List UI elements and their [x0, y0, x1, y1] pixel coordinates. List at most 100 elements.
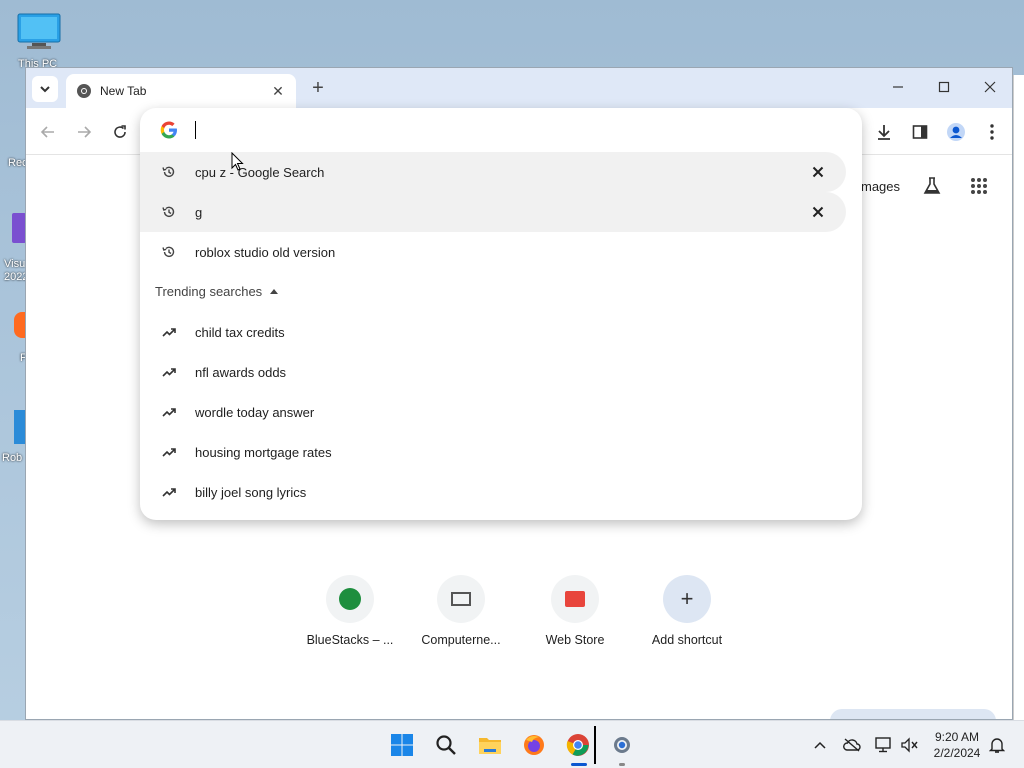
arrow-right-icon	[78, 126, 92, 138]
maximize-button[interactable]	[921, 68, 967, 106]
menu-button[interactable]	[978, 118, 1006, 146]
mouse-pointer-icon	[231, 152, 244, 171]
reload-icon	[114, 125, 126, 138]
suggestion-text: roblox studio old version	[195, 244, 336, 260]
shortcut-computernetworking[interactable]: Computerne...	[406, 575, 516, 647]
plus-icon: +	[680, 586, 694, 611]
shortcut-tile	[326, 575, 374, 623]
tab-new-tab[interactable]: New Tab ✕	[66, 74, 296, 108]
chrome-icon	[77, 84, 91, 98]
suggestion-trending[interactable]: child tax credits	[140, 312, 846, 352]
side-panel-icon	[912, 125, 928, 139]
close-button[interactable]	[967, 68, 1012, 106]
tab-title: New Tab	[100, 84, 147, 98]
shortcut-add[interactable]: + Add shortcut	[632, 575, 742, 647]
history-icon	[160, 243, 178, 261]
shortcut-bluestacks[interactable]: BlueStacks – ...	[295, 575, 405, 647]
suggestion-text: housing mortgage rates	[195, 444, 332, 460]
suggestion-text: cpu z - Google Search	[195, 164, 325, 180]
folder-icon	[479, 738, 501, 754]
customize-chrome-button[interactable]	[830, 709, 996, 719]
trending-icon	[160, 483, 178, 501]
firefox-button[interactable]	[518, 729, 550, 761]
omnibox-dropdown: cpu z - Google Search g roblox studio ol…	[140, 108, 862, 520]
volume-tray-button[interactable]	[900, 735, 920, 755]
minimize-icon	[893, 86, 903, 88]
suggestion-trending[interactable]: nfl awards odds	[140, 352, 846, 392]
remove-suggestion-icon[interactable]	[810, 204, 826, 220]
settings-button[interactable]	[606, 729, 638, 761]
background-window-edge	[1013, 75, 1024, 720]
system-clock[interactable]: 9:20 AM 2/2/2024	[922, 729, 992, 761]
tab-search-button[interactable]	[32, 76, 58, 102]
kebab-menu-icon	[990, 124, 994, 140]
trending-header-label: Trending searches	[155, 284, 263, 299]
google-g-icon	[160, 121, 177, 139]
tab-close-icon[interactable]: ✕	[270, 83, 286, 99]
shortcut-tile: +	[663, 575, 711, 623]
history-icon	[160, 203, 178, 221]
side-panel-button[interactable]	[906, 118, 934, 146]
maximize-icon	[938, 81, 950, 93]
suggestion-history[interactable]: cpu z - Google Search	[140, 152, 846, 192]
new-tab-button[interactable]: +	[306, 76, 330, 100]
forward-button[interactable]	[70, 118, 98, 146]
chevron-up-icon	[814, 741, 826, 749]
images-link[interactable]: mages	[861, 179, 900, 194]
minimize-button[interactable]	[875, 68, 921, 106]
desktop-icon-this-pc[interactable]	[16, 12, 62, 52]
suggestion-text: nfl awards odds	[195, 364, 287, 380]
suggestion-trending[interactable]: wordle today answer	[140, 392, 846, 432]
suggestion-trending[interactable]: billy joel song lyrics	[140, 472, 846, 512]
bell-icon	[989, 738, 1005, 753]
text-caret	[195, 121, 196, 139]
suggestion-trending[interactable]: housing mortgage rates	[140, 432, 846, 472]
labs-button[interactable]	[922, 176, 942, 196]
start-button[interactable]	[386, 729, 418, 761]
shortcut-web-store[interactable]: Web Store	[520, 575, 630, 647]
clock-time: 9:20 AM	[934, 730, 980, 744]
suggestion-text: wordle today answer	[195, 404, 315, 420]
firefox-icon	[524, 735, 544, 755]
shortcut-label: Computerne...	[421, 633, 501, 647]
suggestion-text: g	[195, 204, 203, 220]
downloads-button[interactable]	[870, 118, 898, 146]
trending-icon	[160, 403, 178, 421]
profile-button[interactable]	[942, 118, 970, 146]
back-button[interactable]	[34, 118, 62, 146]
reload-button[interactable]	[106, 118, 134, 146]
suggestion-text: billy joel song lyrics	[195, 484, 307, 500]
shortcut-label: Add shortcut	[651, 633, 723, 647]
visual-studio-icon[interactable]	[12, 213, 26, 243]
download-icon	[878, 125, 890, 140]
remove-suggestion-icon[interactable]	[810, 164, 826, 180]
search-icon	[436, 735, 456, 755]
file-explorer-button[interactable]	[474, 729, 506, 761]
gear-icon	[614, 737, 630, 753]
show-hidden-icons-button[interactable]	[810, 735, 830, 755]
notifications-button[interactable]	[987, 735, 1007, 755]
suggestion-history[interactable]: g	[140, 192, 846, 232]
cloud-offline-icon	[843, 738, 861, 752]
windows-icon	[391, 734, 413, 756]
text-cursor-bar	[594, 726, 596, 764]
trending-searches-header[interactable]: Trending searches	[155, 284, 279, 299]
chrome-button[interactable]	[562, 729, 594, 761]
avatar-icon	[947, 123, 965, 141]
shortcut-label: Web Store	[545, 633, 605, 647]
search-button[interactable]	[430, 729, 462, 761]
clock-date: 2/2/2024	[933, 746, 981, 760]
apps-button[interactable]	[970, 177, 988, 195]
site-icon	[451, 592, 471, 606]
settings-indicator	[619, 763, 625, 766]
omnibox-input[interactable]	[140, 108, 862, 152]
network-tray-button[interactable]	[874, 735, 894, 755]
trending-icon	[160, 363, 178, 381]
network-icon	[875, 737, 891, 753]
chevron-down-icon	[40, 86, 50, 93]
suggestion-text: child tax credits	[195, 324, 285, 340]
taskbar: 9:20 AM 2/2/2024	[0, 720, 1024, 768]
flask-icon	[923, 177, 941, 194]
onedrive-tray-button[interactable]	[842, 735, 862, 755]
suggestion-history[interactable]: roblox studio old version	[140, 232, 846, 272]
